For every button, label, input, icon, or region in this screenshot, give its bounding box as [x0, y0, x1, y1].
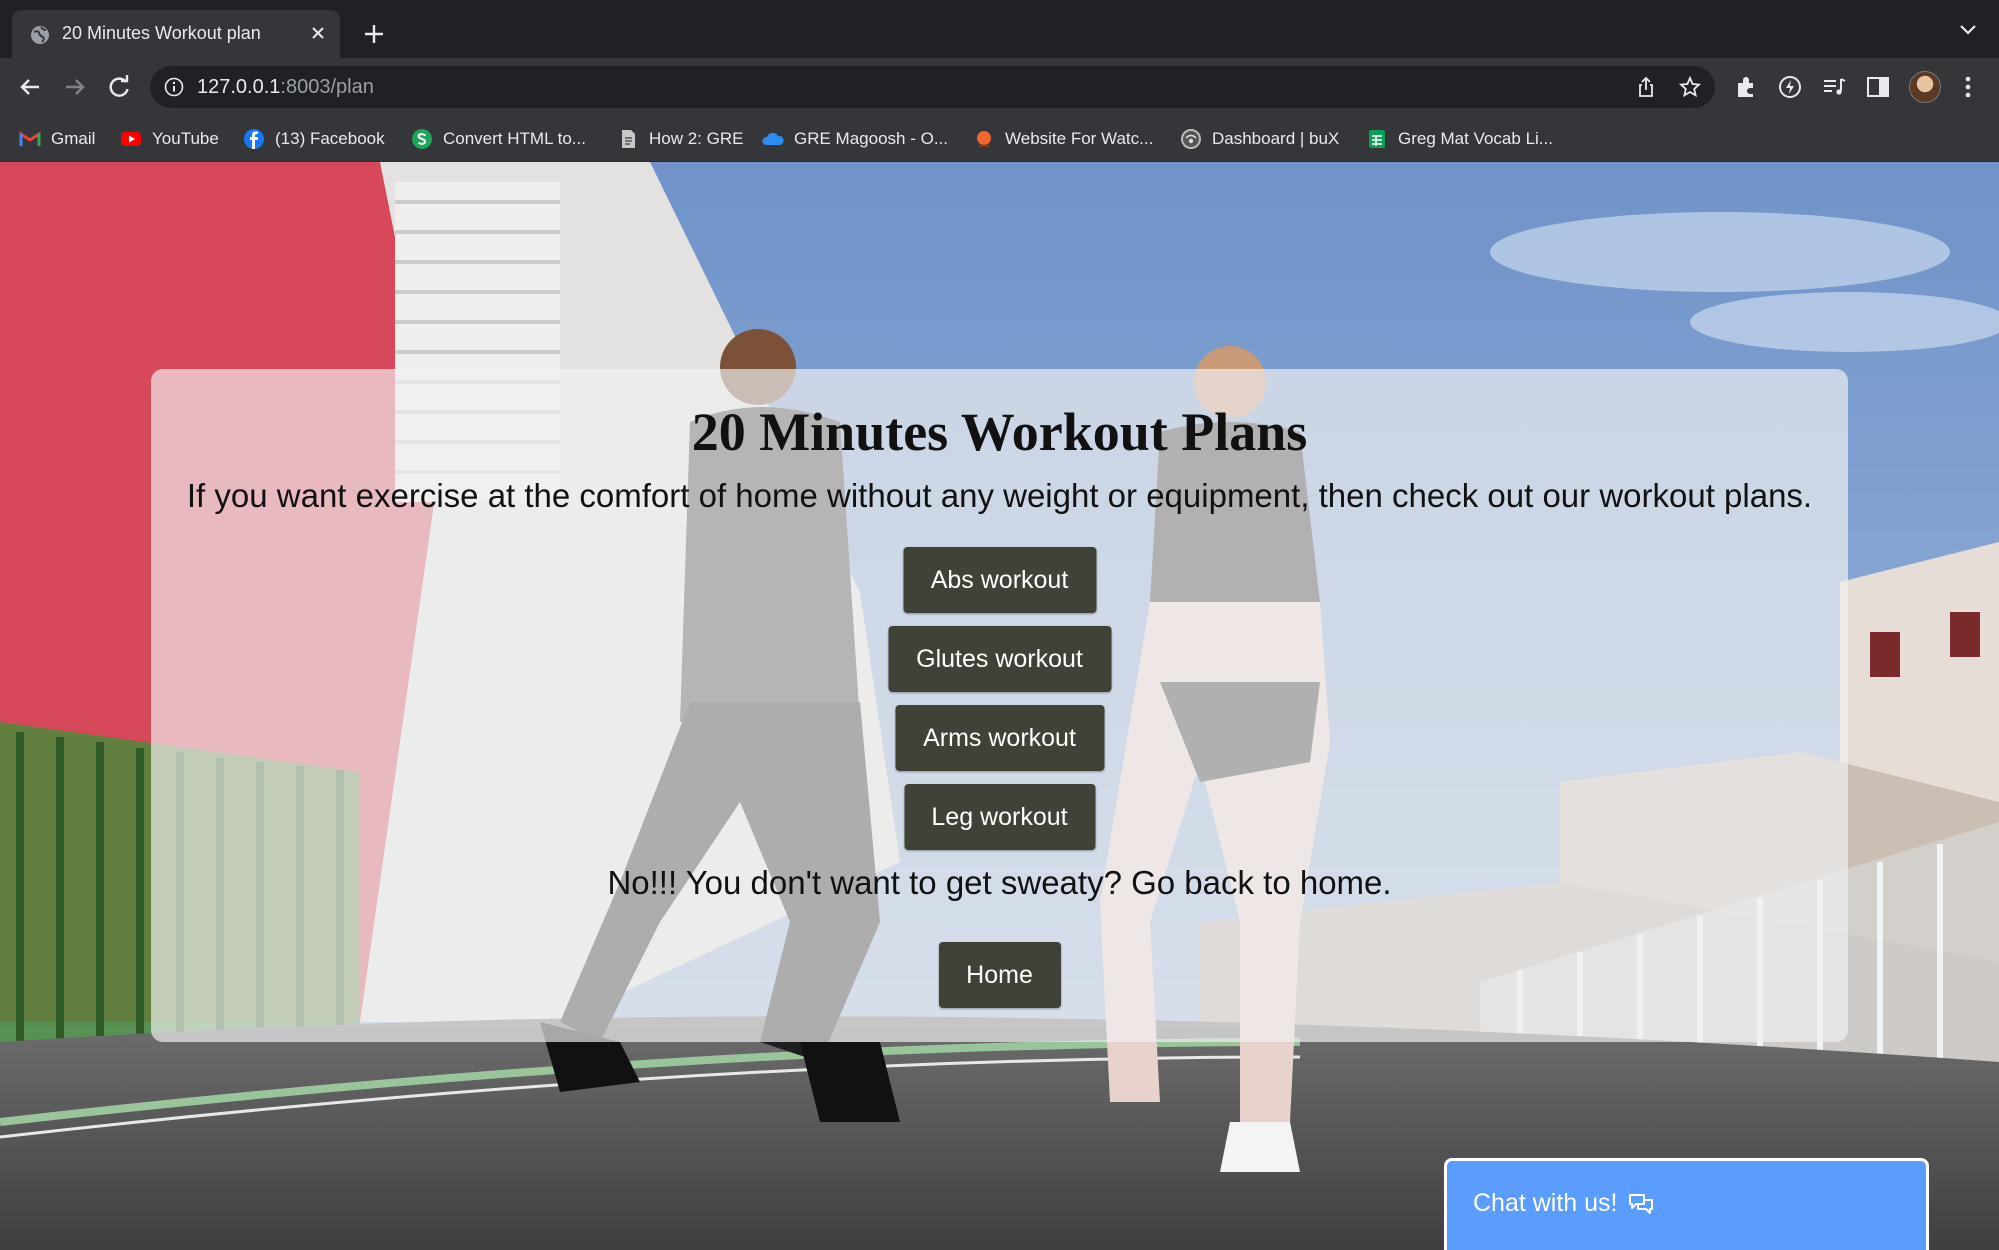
side-panel-icon[interactable]	[1865, 74, 1891, 100]
bookmark-label: (13) Facebook	[275, 129, 385, 148]
bookmark-facebook[interactable]: (13) Facebook	[243, 128, 385, 150]
go-home-text: No!!! You don't want to get sweaty? Go b…	[607, 864, 1392, 901]
abs-workout-button[interactable]: Abs workout	[903, 547, 1096, 613]
leg-workout-button[interactable]: Leg workout	[904, 784, 1095, 850]
dashboard-icon	[1181, 129, 1201, 149]
extensions-icon[interactable]	[1733, 74, 1759, 100]
address-bar[interactable]: 127.0.0.1:8003/plan	[150, 66, 1715, 108]
back-arrow-icon[interactable]	[15, 72, 45, 102]
bookmark-youtube[interactable]: YouTube	[120, 128, 219, 150]
convert-icon	[412, 129, 432, 149]
bookmark-dashboard-bux[interactable]: Dashboard | buX	[1180, 128, 1339, 150]
glutes-workout-button[interactable]: Glutes workout	[888, 626, 1111, 692]
share-icon[interactable]	[1635, 76, 1657, 98]
bookmark-gmail[interactable]: Gmail	[19, 128, 95, 150]
bookmark-label: Gmail	[51, 129, 96, 148]
bookmark-greg-mat-vocab[interactable]: Greg Mat Vocab Li...	[1366, 128, 1553, 150]
bookmark-label: Dashboard | buX	[1212, 129, 1340, 148]
bookmark-how2-gre[interactable]: How 2: GRE	[617, 128, 743, 150]
star-icon[interactable]	[1679, 76, 1701, 98]
tab-title: 20 Minutes Workout plan	[62, 23, 261, 43]
intro-text: If you want exercise at the comfort of h…	[186, 477, 1813, 514]
bookmark-label: YouTube	[152, 129, 219, 148]
reload-icon[interactable]	[104, 72, 134, 102]
bookmark-gre-magoosh[interactable]: GRE Magoosh - O...	[762, 128, 948, 150]
bookmark-convert-html[interactable]: Convert HTML to...	[411, 128, 586, 150]
home-button[interactable]: Home	[938, 942, 1061, 1008]
chat-widget[interactable]: Chat with us!	[1444, 1158, 1929, 1250]
workout-plans-panel: 20 Minutes Workout Plans If you want exe…	[151, 369, 1848, 1042]
chat-label: Chat with us!	[1473, 1189, 1618, 1217]
chevron-down-icon[interactable]	[1959, 24, 1977, 36]
bookmark-label: Greg Mat Vocab Li...	[1398, 129, 1553, 148]
bookmark-label: Convert HTML to...	[443, 129, 586, 148]
url-text: 127.0.0.1:8003/plan	[197, 76, 374, 99]
browser-toolbar: 127.0.0.1:8003/plan	[0, 58, 1999, 116]
bookmark-label: GRE Magoosh - O...	[794, 129, 948, 148]
bookmark-website-for-watch[interactable]: Website For Watc...	[973, 128, 1153, 150]
chat-bubbles-icon	[1629, 1194, 1653, 1214]
bookmarks-bar: Gmail YouTube (13) Facebook Convert HTML…	[0, 116, 1999, 162]
reading-list-icon[interactable]	[1821, 74, 1847, 100]
cloud-icon	[762, 132, 784, 145]
forward-arrow-icon[interactable]	[60, 72, 90, 102]
gmail-icon	[19, 131, 41, 146]
profile-avatar[interactable]	[1909, 71, 1941, 103]
document-icon	[622, 130, 635, 148]
site-info-icon[interactable]	[164, 77, 184, 97]
url-path: :8003/plan	[280, 76, 374, 98]
more-menu-icon[interactable]	[1955, 74, 1981, 100]
new-tab-icon[interactable]	[362, 22, 386, 46]
facebook-icon	[244, 129, 264, 149]
performance-icon[interactable]	[1777, 74, 1803, 100]
close-icon[interactable]	[308, 23, 328, 43]
sheets-icon	[1369, 130, 1385, 148]
website-icon	[977, 131, 991, 148]
url-host: 127.0.0.1	[197, 76, 281, 98]
globe-icon	[31, 26, 49, 44]
tab-strip: 20 Minutes Workout plan	[0, 0, 1999, 58]
arms-workout-button[interactable]: Arms workout	[895, 705, 1104, 771]
page-viewport: 20 Minutes Workout Plans If you want exe…	[0, 162, 1999, 1250]
bookmark-label: How 2: GRE	[649, 129, 744, 148]
youtube-icon	[121, 132, 141, 146]
active-tab[interactable]: 20 Minutes Workout plan	[12, 10, 340, 58]
page-title: 20 Minutes Workout Plans	[691, 402, 1308, 462]
bookmark-label: Website For Watc...	[1005, 129, 1154, 148]
